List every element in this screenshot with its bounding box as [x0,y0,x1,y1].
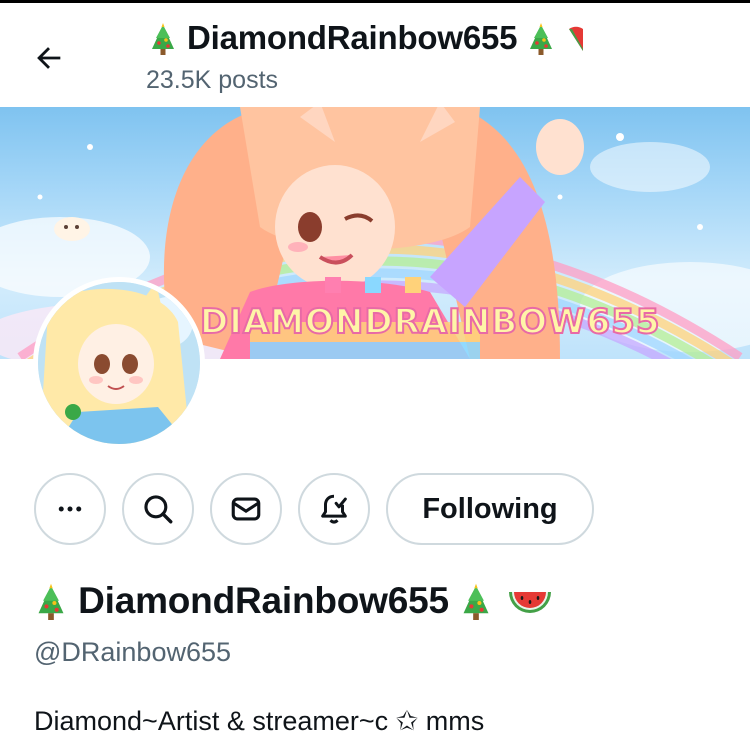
display-name-text: DiamondRainbow655 [78,580,449,621]
back-arrow-icon [37,47,61,69]
following-button[interactable]: Following [386,473,594,545]
profile-handle: @DRainbow655 [34,637,232,667]
search-icon [144,495,173,524]
mail-icon [231,497,261,521]
more-button[interactable] [34,473,106,545]
christmas-tree-icon [530,23,553,56]
watermelon-icon [569,27,584,52]
avatar-artwork [38,282,200,444]
notification-bell-icon [321,494,347,524]
banner-title: DIAMONDRAINBOW655 [199,301,661,343]
search-button[interactable] [122,473,194,545]
christmas-tree-icon [152,23,174,56]
header-title-text: DiamondRainbow655 [186,19,518,56]
message-button[interactable] [210,473,282,545]
posts-count: 23.5K posts [146,66,279,94]
notifications-button[interactable] [298,473,370,545]
profile-header: DiamondRainbow655 23.5K posts [0,3,750,107]
watermelon-icon [509,592,552,614]
header-title: DiamondRainbow655 [148,19,584,57]
back-button[interactable] [24,33,74,83]
profile-avatar[interactable] [33,277,205,449]
christmas-tree-icon [463,583,489,621]
display-name: DiamondRainbow655 [34,580,553,623]
christmas-tree-icon [38,583,64,621]
more-icon [58,506,82,512]
profile-actions: Following [0,473,750,547]
profile-bio: Diamond~Artist & streamer~c ✩ mms [34,706,485,736]
